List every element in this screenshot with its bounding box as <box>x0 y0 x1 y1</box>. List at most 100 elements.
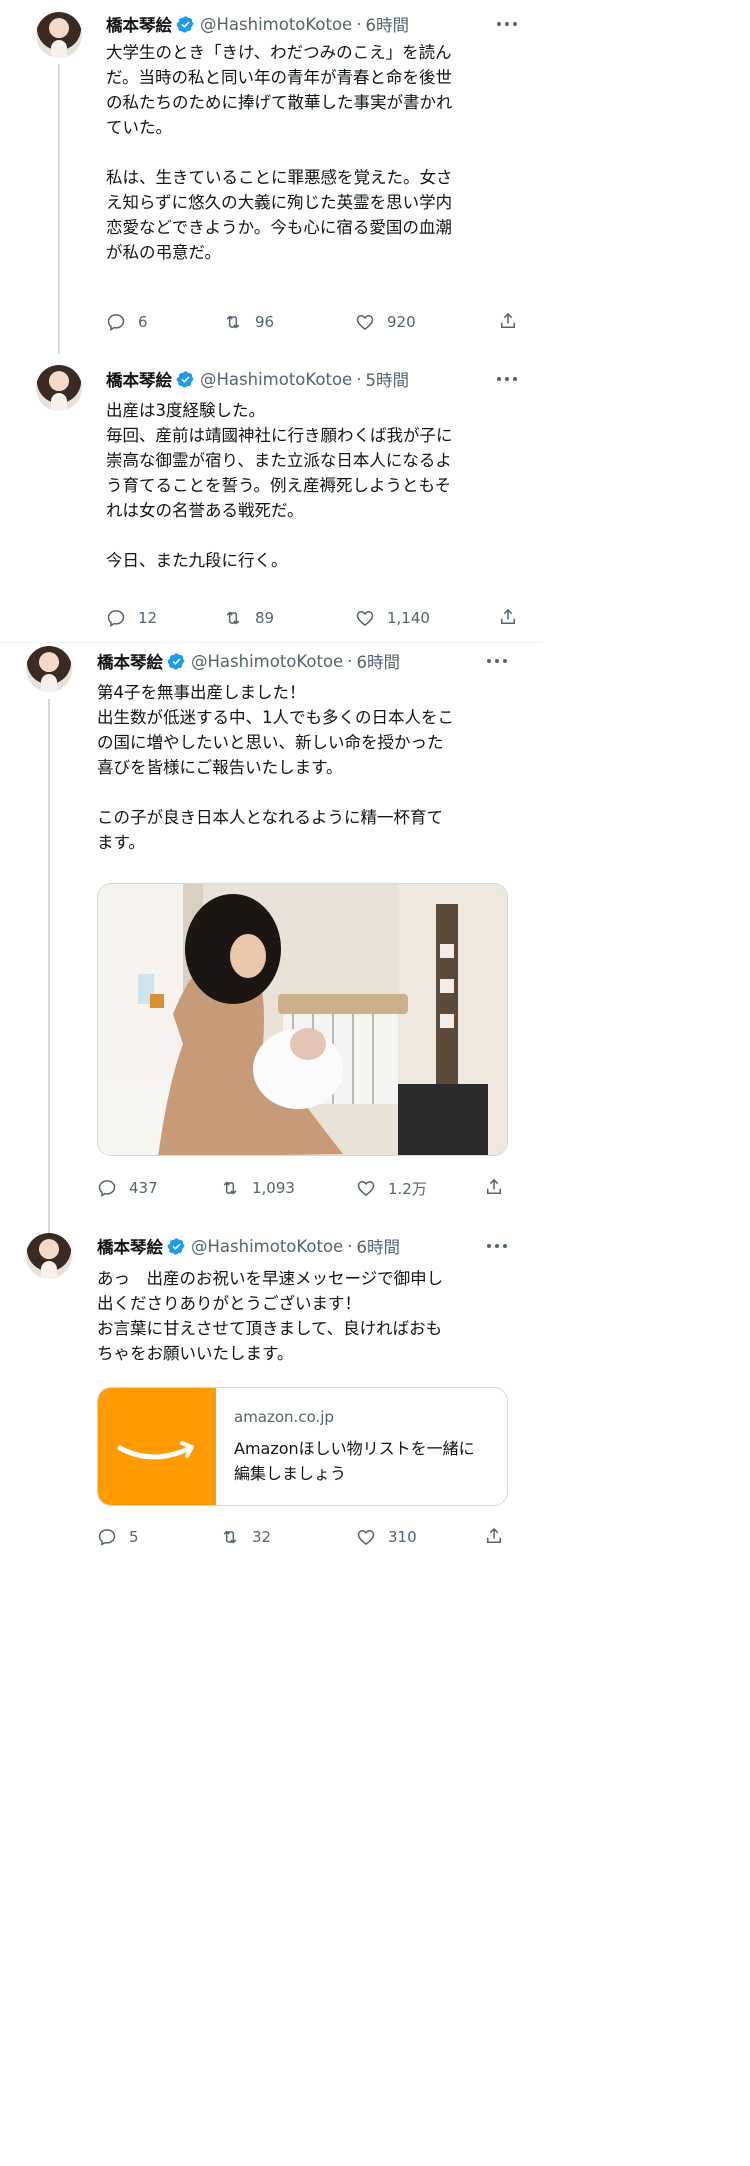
link-domain: amazon.co.jp <box>234 1408 334 1426</box>
tweet-line <box>106 523 526 548</box>
timestamp[interactable]: 5時間 <box>365 367 409 391</box>
retweet-count: 96 <box>255 313 275 331</box>
reply-button[interactable]: 6 <box>106 311 148 333</box>
author-name[interactable]: 橋本琴絵 <box>106 12 172 36</box>
avatar[interactable] <box>26 646 72 692</box>
verified-badge-icon <box>167 652 185 670</box>
share-icon[interactable] <box>498 607 518 627</box>
avatar[interactable] <box>36 12 82 58</box>
tweet-header: 橋本琴絵 @HashimotoKotoe · 6時間 <box>97 649 400 673</box>
verified-badge-icon <box>167 1237 185 1255</box>
tweet-text: あっ 出産のお祝いを早速メッセージで御申し 出くださりありがとうございます！ お… <box>97 1266 517 1366</box>
tweet-header: 橋本琴絵 @HashimotoKotoe · 6時間 <box>97 1234 400 1258</box>
tweet-line <box>106 140 526 165</box>
share-icon[interactable] <box>498 311 518 331</box>
author-handle[interactable]: @HashimotoKotoe <box>191 652 343 671</box>
tweet-line: 今日、また九段に行く。 <box>106 551 288 570</box>
tweet-text: 大学生のとき「きけ、わだつみのこえ」を読ん だ。当時の私と同い年の青年が青春と命… <box>106 40 526 265</box>
thread-line <box>58 64 60 354</box>
tweet-line: う育てることを誓う。例え産褥死しようともそ <box>106 476 452 495</box>
like-button[interactable]: 1,140 <box>355 607 430 629</box>
tweet-1[interactable]: 橋本琴絵 @HashimotoKotoe · 6時間 大学生のとき「きけ、わだつ… <box>0 0 543 354</box>
tweet-4[interactable]: 橋本琴絵 @HashimotoKotoe · 6時間 あっ 出産のお祝いを早速メ… <box>0 1228 543 1568</box>
tweet-line: が私の弔意だ。 <box>106 243 222 262</box>
action-bar: 12 89 1,140 <box>106 607 518 629</box>
separator-dot: · <box>347 1236 353 1256</box>
like-button[interactable]: 310 <box>356 1526 417 1548</box>
author-name[interactable]: 橋本琴絵 <box>106 367 172 391</box>
retweet-count: 89 <box>255 609 275 627</box>
more-dots-icon[interactable] <box>497 22 521 28</box>
retweet-count: 32 <box>252 1528 272 1546</box>
photo-illustration <box>98 884 507 1155</box>
tweet-line: この子が良き日本人となれるように精一杯育て <box>97 808 444 827</box>
share-icon[interactable] <box>484 1177 504 1197</box>
heart-icon <box>356 314 374 330</box>
tweet-line <box>97 780 517 805</box>
retweet-count: 1,093 <box>252 1179 295 1197</box>
tweet-line: ちゃをお願いいたします。 <box>97 1344 294 1363</box>
reply-icon <box>98 1180 116 1197</box>
tweet-line: あっ 出産のお祝いを早速メッセージで御申し <box>97 1269 444 1288</box>
heart-icon <box>356 610 374 626</box>
avatar[interactable] <box>36 365 82 411</box>
tweet-line: 恋愛などできようか。今も心に宿る愛国の血潮 <box>106 218 452 237</box>
author-name[interactable]: 橋本琴絵 <box>97 649 163 673</box>
tweet-3[interactable]: 橋本琴絵 @HashimotoKotoe · 6時間 第4子を無事出産しました！… <box>0 643 543 1233</box>
timestamp[interactable]: 6時間 <box>365 12 409 36</box>
heart-icon <box>357 1180 375 1196</box>
tweet-line: 大学生のとき「きけ、わだつみのこえ」を読ん <box>106 43 452 62</box>
tweet-line: ていた。 <box>106 118 172 137</box>
tweet-line: 私は、生きていることに罪悪感を覚えた。女さ <box>106 168 453 187</box>
timestamp[interactable]: 6時間 <box>356 1234 400 1258</box>
like-button[interactable]: 1.2万 <box>356 1177 427 1199</box>
more-dots-icon[interactable] <box>487 659 511 665</box>
reply-button[interactable]: 437 <box>97 1177 158 1199</box>
amazon-logo-thumbnail <box>98 1388 216 1505</box>
reply-count: 12 <box>138 609 158 627</box>
heart-icon <box>357 1529 375 1545</box>
tweet-line: の国に増やしたいと思い、新しい命を授かった <box>97 733 444 752</box>
tweet-line: 出くださりありがとうございます！ <box>97 1294 361 1313</box>
reply-icon <box>107 314 125 331</box>
retweet-button[interactable]: 32 <box>220 1526 271 1548</box>
tweet-line: 出産は3度経験した。 <box>106 401 265 420</box>
reply-icon <box>107 610 125 627</box>
reply-count: 437 <box>129 1179 158 1197</box>
more-dots-icon[interactable] <box>487 1244 511 1250</box>
author-handle[interactable]: @HashimotoKotoe <box>191 1237 343 1256</box>
like-count: 1,140 <box>387 609 430 627</box>
link-card[interactable]: amazon.co.jp Amazonほしい物リストを一緒に編集しましょう <box>97 1387 508 1506</box>
tweet-photo[interactable] <box>97 883 508 1156</box>
like-button[interactable]: 920 <box>355 311 416 333</box>
retweet-button[interactable]: 1,093 <box>220 1177 295 1199</box>
timestamp[interactable]: 6時間 <box>356 649 400 673</box>
tweet-2[interactable]: 橋本琴絵 @HashimotoKotoe · 5時間 出産は3度経験した。 毎回… <box>0 355 543 640</box>
retweet-button[interactable]: 96 <box>223 311 274 333</box>
tweet-line: だ。当時の私と同い年の青年が青春と命を後世 <box>106 68 453 87</box>
action-bar: 437 1,093 1.2万 <box>97 1177 509 1199</box>
reply-button[interactable]: 5 <box>97 1526 139 1548</box>
share-icon[interactable] <box>484 1526 504 1546</box>
author-name[interactable]: 橋本琴絵 <box>97 1234 163 1258</box>
retweet-icon <box>223 1181 237 1195</box>
tweet-header: 橋本琴絵 @HashimotoKotoe · 6時間 <box>106 12 409 36</box>
retweet-button[interactable]: 89 <box>223 607 274 629</box>
amazon-smile-icon <box>117 1441 194 1460</box>
tweet-line: え知らずに悠久の大義に殉じた英霊を思い学内 <box>106 193 453 212</box>
separator-dot: · <box>356 369 362 389</box>
like-count: 310 <box>388 1528 417 1546</box>
author-handle[interactable]: @HashimotoKotoe <box>200 370 352 389</box>
author-handle[interactable]: @HashimotoKotoe <box>200 15 352 34</box>
tweet-line: 喜びを皆様にご報告いたします。 <box>97 758 343 777</box>
verified-badge-icon <box>176 15 194 33</box>
avatar[interactable] <box>26 1233 72 1279</box>
more-dots-icon[interactable] <box>497 377 521 383</box>
tweet-line: の私たちのために捧げて散華した事実が書かれ <box>106 93 453 112</box>
tweet-header: 橋本琴絵 @HashimotoKotoe · 5時間 <box>106 367 409 391</box>
like-count: 1.2万 <box>388 1179 427 1198</box>
tweet-line: 毎回、産前は靖國神社に行き願わくば我が子に <box>106 426 453 445</box>
tweet-line: 第4子を無事出産しました！ <box>97 683 306 702</box>
reply-button[interactable]: 12 <box>106 607 157 629</box>
reply-count: 6 <box>138 313 148 331</box>
